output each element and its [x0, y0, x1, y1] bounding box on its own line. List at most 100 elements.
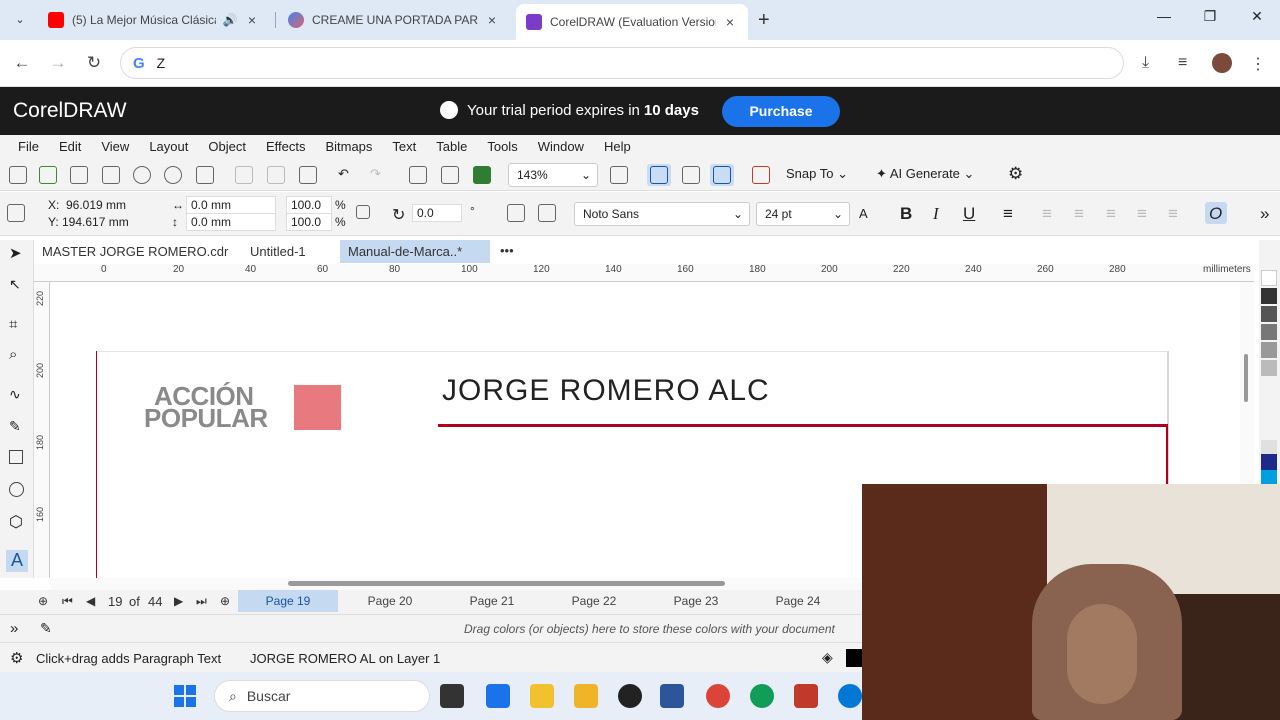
menu-tools[interactable]: Tools: [477, 135, 527, 159]
swatch-gray[interactable]: [1261, 324, 1277, 340]
publish-pdf-icon[interactable]: [473, 166, 491, 184]
mirror-vertical-icon[interactable]: [538, 204, 556, 222]
purchase-button[interactable]: Purchase: [722, 96, 840, 127]
rulers-icon[interactable]: [650, 166, 668, 184]
first-page-icon[interactable]: ⏮: [62, 594, 73, 609]
more-options-icon[interactable]: »: [1260, 204, 1269, 224]
page-tab-23[interactable]: Page 23: [646, 590, 746, 612]
text-tool-icon[interactable]: A: [6, 550, 28, 572]
height-field[interactable]: 0.0 mm: [186, 213, 276, 231]
menu-file[interactable]: File: [8, 135, 49, 159]
doc-tab-master[interactable]: MASTER JORGE ROMERO.cdr: [34, 240, 236, 263]
swatch-navy[interactable]: [1261, 454, 1277, 470]
address-text[interactable]: Z: [157, 55, 166, 71]
lock-ratio-icon[interactable]: [356, 205, 370, 219]
menu-help[interactable]: Help: [594, 135, 641, 159]
grid-icon[interactable]: [682, 166, 700, 184]
chrome-icon[interactable]: [706, 684, 730, 708]
reload-icon[interactable]: ↻: [84, 53, 104, 73]
font-size-select[interactable]: 24 pt ⌄: [756, 202, 850, 226]
indent-icon[interactable]: ≡: [1137, 204, 1147, 224]
next-page-icon[interactable]: ▶: [174, 594, 183, 608]
chrome-menu-icon[interactable]: ⋮: [1250, 54, 1266, 74]
close-tab-icon[interactable]: ×: [484, 12, 500, 28]
redo-icon[interactable]: ↷: [370, 166, 381, 182]
page-tab-24[interactable]: Page 24: [748, 590, 848, 612]
y-position-field[interactable]: 194.617 mm: [62, 215, 129, 229]
swatch-gray-light[interactable]: [1261, 360, 1277, 376]
save-icon[interactable]: [102, 166, 120, 184]
forward-icon[interactable]: →: [48, 53, 68, 73]
full-screen-icon[interactable]: [610, 166, 628, 184]
media-control-icon[interactable]: ≡: [1178, 54, 1187, 72]
snap-magnet-icon[interactable]: [752, 166, 770, 184]
close-tab-icon[interactable]: ×: [722, 14, 738, 30]
add-page-before-icon[interactable]: ⊕: [38, 594, 48, 608]
status-gear-icon[interactable]: ⚙: [10, 649, 23, 667]
title-text-object[interactable]: JORGE ROMERO ALC: [442, 374, 770, 408]
mirror-horizontal-icon[interactable]: [507, 204, 525, 222]
omnibox[interactable]: G Z: [120, 47, 1124, 79]
menu-effects[interactable]: Effects: [256, 135, 316, 159]
expand-icon[interactable]: »: [10, 620, 18, 637]
italic-icon[interactable]: I: [933, 204, 939, 224]
add-page-after-icon[interactable]: ⊕: [220, 594, 230, 608]
variable-font-icon[interactable]: O: [1209, 204, 1222, 224]
speaker-icon[interactable]: 🔊: [222, 13, 238, 27]
obs-icon[interactable]: [618, 684, 642, 708]
close-window-icon[interactable]: ✕: [1245, 8, 1269, 25]
font-list-icon[interactable]: A: [859, 206, 868, 221]
page-tab-20[interactable]: Page 20: [340, 590, 440, 612]
file-explorer-icon[interactable]: [530, 684, 554, 708]
snap-to-dropdown[interactable]: Snap To ⌄: [786, 166, 848, 182]
menu-layout[interactable]: Layout: [139, 135, 198, 159]
powerpoint-icon[interactable]: [794, 684, 818, 708]
back-icon[interactable]: ←: [12, 53, 32, 73]
accion-popular-logo[interactable]: ACCIÓN POPULAR: [144, 382, 344, 432]
swatch-gray-dark[interactable]: [1261, 306, 1277, 322]
guidelines-icon[interactable]: [713, 166, 731, 184]
menu-window[interactable]: Window: [528, 135, 594, 159]
word-icon[interactable]: [660, 684, 684, 708]
browser-tab-coreldraw[interactable]: CorelDRAW (Evaluation Version ×: [516, 4, 748, 40]
close-tab-icon[interactable]: ×: [244, 12, 260, 28]
rectangle-tool-icon[interactable]: [9, 450, 23, 464]
numbered-list-icon[interactable]: ≡: [1074, 204, 1084, 224]
doc-tab-untitled[interactable]: Untitled-1: [242, 240, 314, 263]
tab-search-dropdown-icon[interactable]: ⌄: [10, 10, 30, 30]
align-left-icon[interactable]: ≡: [1003, 204, 1013, 224]
new-tab-icon[interactable]: +: [758, 9, 770, 32]
ai-generate-dropdown[interactable]: ✦ AI Generate ⌄: [876, 166, 974, 182]
crop-tool-icon[interactable]: ⌗: [9, 316, 27, 334]
store-icon[interactable]: [486, 684, 510, 708]
menu-text[interactable]: Text: [382, 135, 426, 159]
minimize-icon[interactable]: —: [1152, 8, 1176, 24]
restore-icon[interactable]: ❐: [1198, 8, 1222, 25]
windows-start-icon[interactable]: [174, 685, 196, 707]
last-page-icon[interactable]: ⏭: [196, 594, 207, 609]
export-icon[interactable]: [441, 166, 459, 184]
gear-icon[interactable]: ⚙: [1008, 164, 1023, 184]
cut-icon[interactable]: [235, 166, 253, 184]
browser-tab-gemini[interactable]: CREAME UNA PORTADA PARA ×: [278, 6, 510, 34]
current-page[interactable]: 19: [108, 594, 122, 609]
print-icon[interactable]: [196, 166, 214, 184]
cloud-icon[interactable]: [133, 166, 151, 184]
zoom-select[interactable]: 143% ⌄: [508, 163, 598, 187]
chrome-profile-icon[interactable]: [750, 684, 774, 708]
more-tabs-icon[interactable]: •••: [500, 243, 514, 258]
x-position-field[interactable]: 96.019 mm: [66, 198, 126, 212]
ellipse-tool-icon[interactable]: [9, 482, 24, 497]
profile-avatar[interactable]: [1212, 53, 1232, 73]
import-icon[interactable]: [409, 166, 427, 184]
new-document-icon[interactable]: [39, 166, 57, 184]
freehand-tool-icon[interactable]: ∿: [9, 386, 27, 404]
pick-tool-icon[interactable]: ➤: [9, 244, 27, 262]
page-tab-22[interactable]: Page 22: [544, 590, 644, 612]
object-origin-icon[interactable]: [7, 204, 25, 222]
download-icon[interactable]: ⤓: [1142, 54, 1149, 72]
rotation-field[interactable]: 0.0: [412, 204, 462, 222]
scale-width-field[interactable]: 100.0: [286, 196, 332, 214]
vertical-scroll-thumb[interactable]: [1244, 354, 1248, 402]
outdent-icon[interactable]: ≡: [1168, 204, 1178, 224]
